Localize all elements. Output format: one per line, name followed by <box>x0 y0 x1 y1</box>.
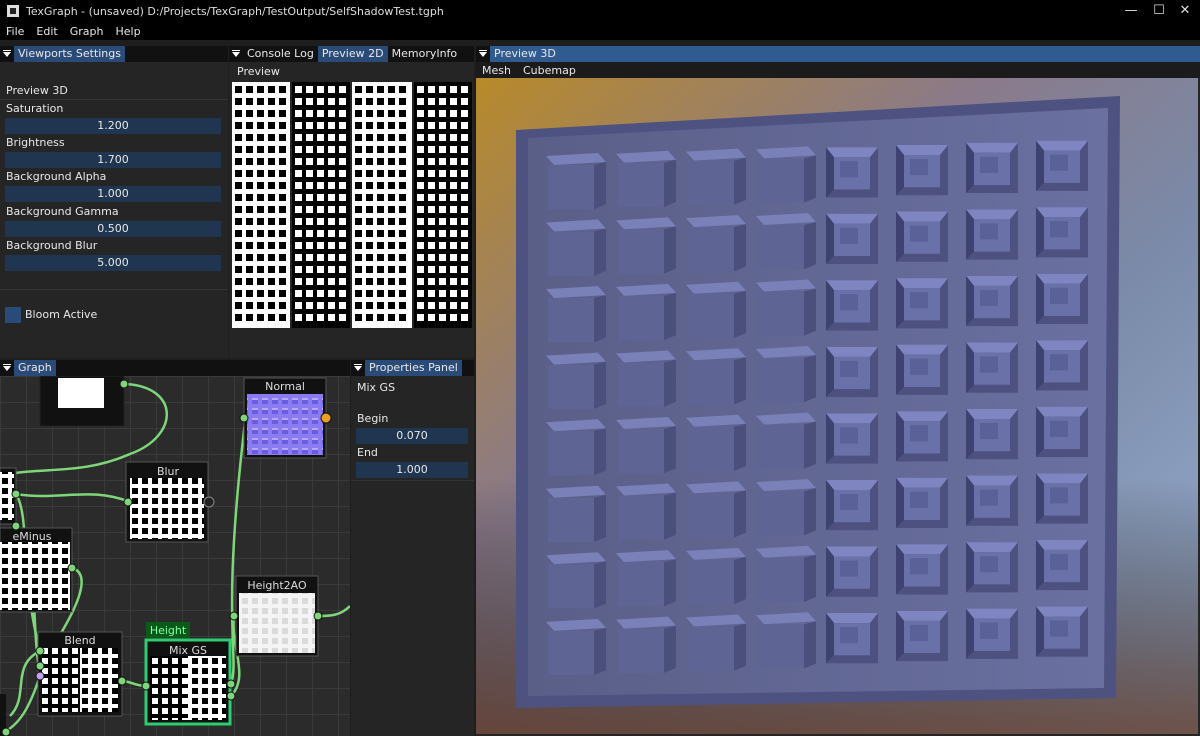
node-output-port[interactable] <box>313 611 323 621</box>
brightness-field[interactable]: 1.700 <box>5 152 221 168</box>
brightness-label: Brightness <box>6 136 65 149</box>
node-output-port[interactable] <box>1 727 11 736</box>
preview-2d-image[interactable] <box>232 82 472 328</box>
tab-memory-info[interactable]: MemoryInfo <box>388 46 462 62</box>
graph-node-height2ao[interactable]: Height2AO <box>235 575 319 657</box>
node-input-port[interactable] <box>239 413 249 423</box>
properties-panel: Properties Panel Mix GS Begin 0.070 End … <box>351 360 474 736</box>
node-title: Blur <box>157 465 180 478</box>
app-icon <box>6 4 20 18</box>
divider <box>0 99 228 100</box>
cubemap-menu[interactable]: Cubemap <box>523 64 576 77</box>
graph-node-blur[interactable]: Blur <box>125 461 209 543</box>
node-output-port[interactable] <box>11 489 21 499</box>
tab-properties-panel[interactable]: Properties Panel <box>365 360 462 376</box>
node-input-port[interactable] <box>229 611 239 621</box>
preview-3d-panel: Preview 3D Mesh Cubemap <box>476 46 1200 736</box>
end-field[interactable]: 1.000 <box>356 462 468 478</box>
preview-3d-tabbar: Preview 3D <box>476 46 1200 62</box>
tab-console-log[interactable]: Console Log <box>243 46 318 62</box>
menu-graph[interactable]: Graph <box>70 25 104 38</box>
wire <box>317 605 350 618</box>
menu-file[interactable]: File <box>6 25 24 38</box>
node-input-port[interactable] <box>11 521 21 531</box>
window-title: TexGraph - (unsaved) D:/Projects/TexGrap… <box>26 4 444 18</box>
menu-bar: File Edit Graph Help <box>0 22 1200 40</box>
panel-menu-icon[interactable] <box>0 46 14 62</box>
node-title: Height2AO <box>247 579 307 592</box>
node-input-port[interactable] <box>141 681 151 691</box>
svg-text:Height: Height <box>150 624 187 637</box>
panel-menu-icon[interactable] <box>229 46 243 62</box>
node-output-port[interactable] <box>119 379 129 389</box>
node-input-port[interactable] <box>35 646 45 656</box>
preview-menu[interactable]: Preview <box>237 65 280 78</box>
graph-node-minus[interactable]: eMinus <box>0 527 73 613</box>
graph-node-top[interactable] <box>39 375 125 427</box>
viewports-settings-tabbar: Viewports Settings <box>0 46 228 62</box>
divider <box>351 480 474 481</box>
preview-2d-panel: Console Log Preview 2D MemoryInfo Previe… <box>229 46 474 358</box>
begin-field[interactable]: 0.070 <box>356 428 468 444</box>
graph-node-mix-gs[interactable]: Mix GS <box>144 638 232 726</box>
tab-viewports-settings[interactable]: Viewports Settings <box>14 46 125 62</box>
panel-menu-icon[interactable] <box>476 46 490 62</box>
begin-label: Begin <box>357 412 389 425</box>
wire <box>9 649 41 717</box>
panel-menu-icon[interactable] <box>0 360 14 376</box>
graph-panel: Graph Normal Blur eMinus Height2AO Blend… <box>0 360 350 736</box>
tab-graph[interactable]: Graph <box>14 360 56 376</box>
background-gamma-label: Background Gamma <box>6 205 119 218</box>
center-tabbar: Console Log Preview 2D MemoryInfo <box>229 46 474 62</box>
node-title: Mix GS <box>169 644 207 657</box>
tab-preview-2d[interactable]: Preview 2D <box>317 46 388 62</box>
properties-tabbar: Properties Panel <box>351 360 474 376</box>
node-input-port[interactable] <box>35 661 45 671</box>
preview-3d-viewport[interactable] <box>476 78 1198 734</box>
node-output-port[interactable] <box>117 676 127 686</box>
background-alpha-label: Background Alpha <box>6 170 107 183</box>
node-title: eMinus <box>13 530 52 543</box>
node-title: Blend <box>64 634 95 647</box>
mesh-plane <box>516 96 1120 708</box>
selected-node-name: Mix GS <box>357 381 396 394</box>
graph-node-blend[interactable]: Blend <box>37 631 123 717</box>
end-label: End <box>357 446 378 459</box>
graph-canvas[interactable]: Normal Blur eMinus Height2AO Blend Mix G… <box>0 375 350 736</box>
bloom-active-checkbox[interactable] <box>5 307 21 323</box>
background-alpha-field[interactable]: 1.000 <box>5 186 221 202</box>
graph-tabbar: Graph <box>0 360 350 376</box>
section-title: Preview 3D <box>6 84 68 97</box>
background-blur-field[interactable]: 5.000 <box>5 255 221 271</box>
graph-node-normal[interactable]: Normal <box>243 377 327 459</box>
menu-edit[interactable]: Edit <box>36 25 57 38</box>
node-input-port[interactable] <box>123 497 133 507</box>
node-output-port[interactable] <box>226 691 236 701</box>
panel-menu-icon[interactable] <box>351 360 365 376</box>
node-title: Normal <box>265 380 305 393</box>
tab-preview-3d[interactable]: Preview 3D <box>490 46 560 62</box>
wire <box>15 492 131 504</box>
close-button[interactable]: ✕ <box>1168 0 1200 22</box>
saturation-label: Saturation <box>6 102 64 115</box>
preview-3d-menubar: Mesh Cubemap <box>476 62 1200 78</box>
background-gamma-field[interactable]: 0.500 <box>5 221 221 237</box>
viewports-settings-panel: Viewports Settings Preview 3D Saturation… <box>0 46 228 358</box>
divider <box>0 289 228 290</box>
title-bar: TexGraph - (unsaved) D:/Projects/TexGrap… <box>0 0 1200 22</box>
bloom-active-label: Bloom Active <box>25 308 98 321</box>
menu-help[interactable]: Help <box>115 25 140 38</box>
node-output-port[interactable] <box>67 563 77 573</box>
background-blur-label: Background Blur <box>6 239 98 252</box>
saturation-field[interactable]: 1.200 <box>5 118 221 134</box>
height-tag: Height <box>146 622 190 638</box>
node-input-port[interactable] <box>35 671 45 681</box>
node-output-port[interactable] <box>226 679 236 689</box>
node-output-port[interactable] <box>203 496 215 508</box>
node-output-port[interactable] <box>320 412 332 424</box>
mesh-menu[interactable]: Mesh <box>482 64 511 77</box>
